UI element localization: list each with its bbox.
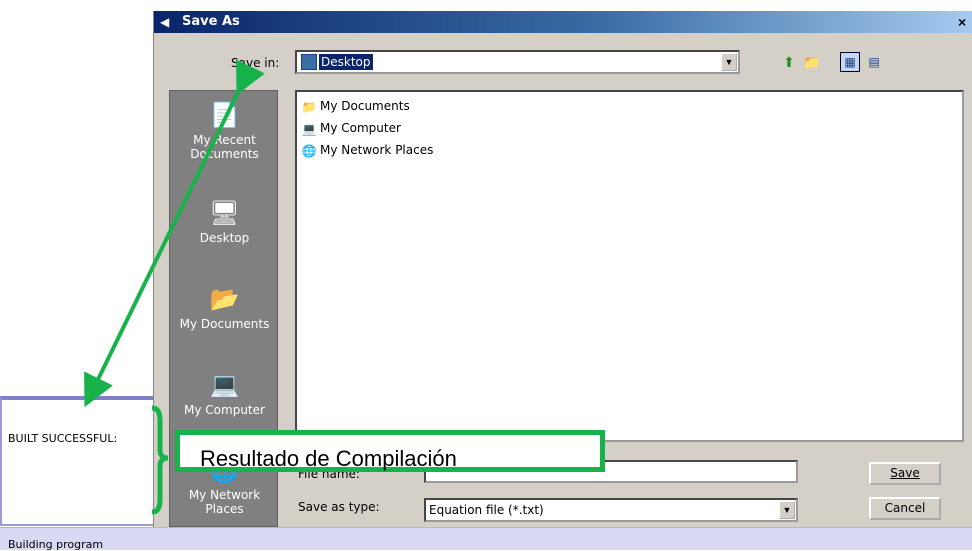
annotation-bracket [151,405,169,515]
annotation-arrow [84,59,265,408]
annotation-overlay [84,59,265,515]
